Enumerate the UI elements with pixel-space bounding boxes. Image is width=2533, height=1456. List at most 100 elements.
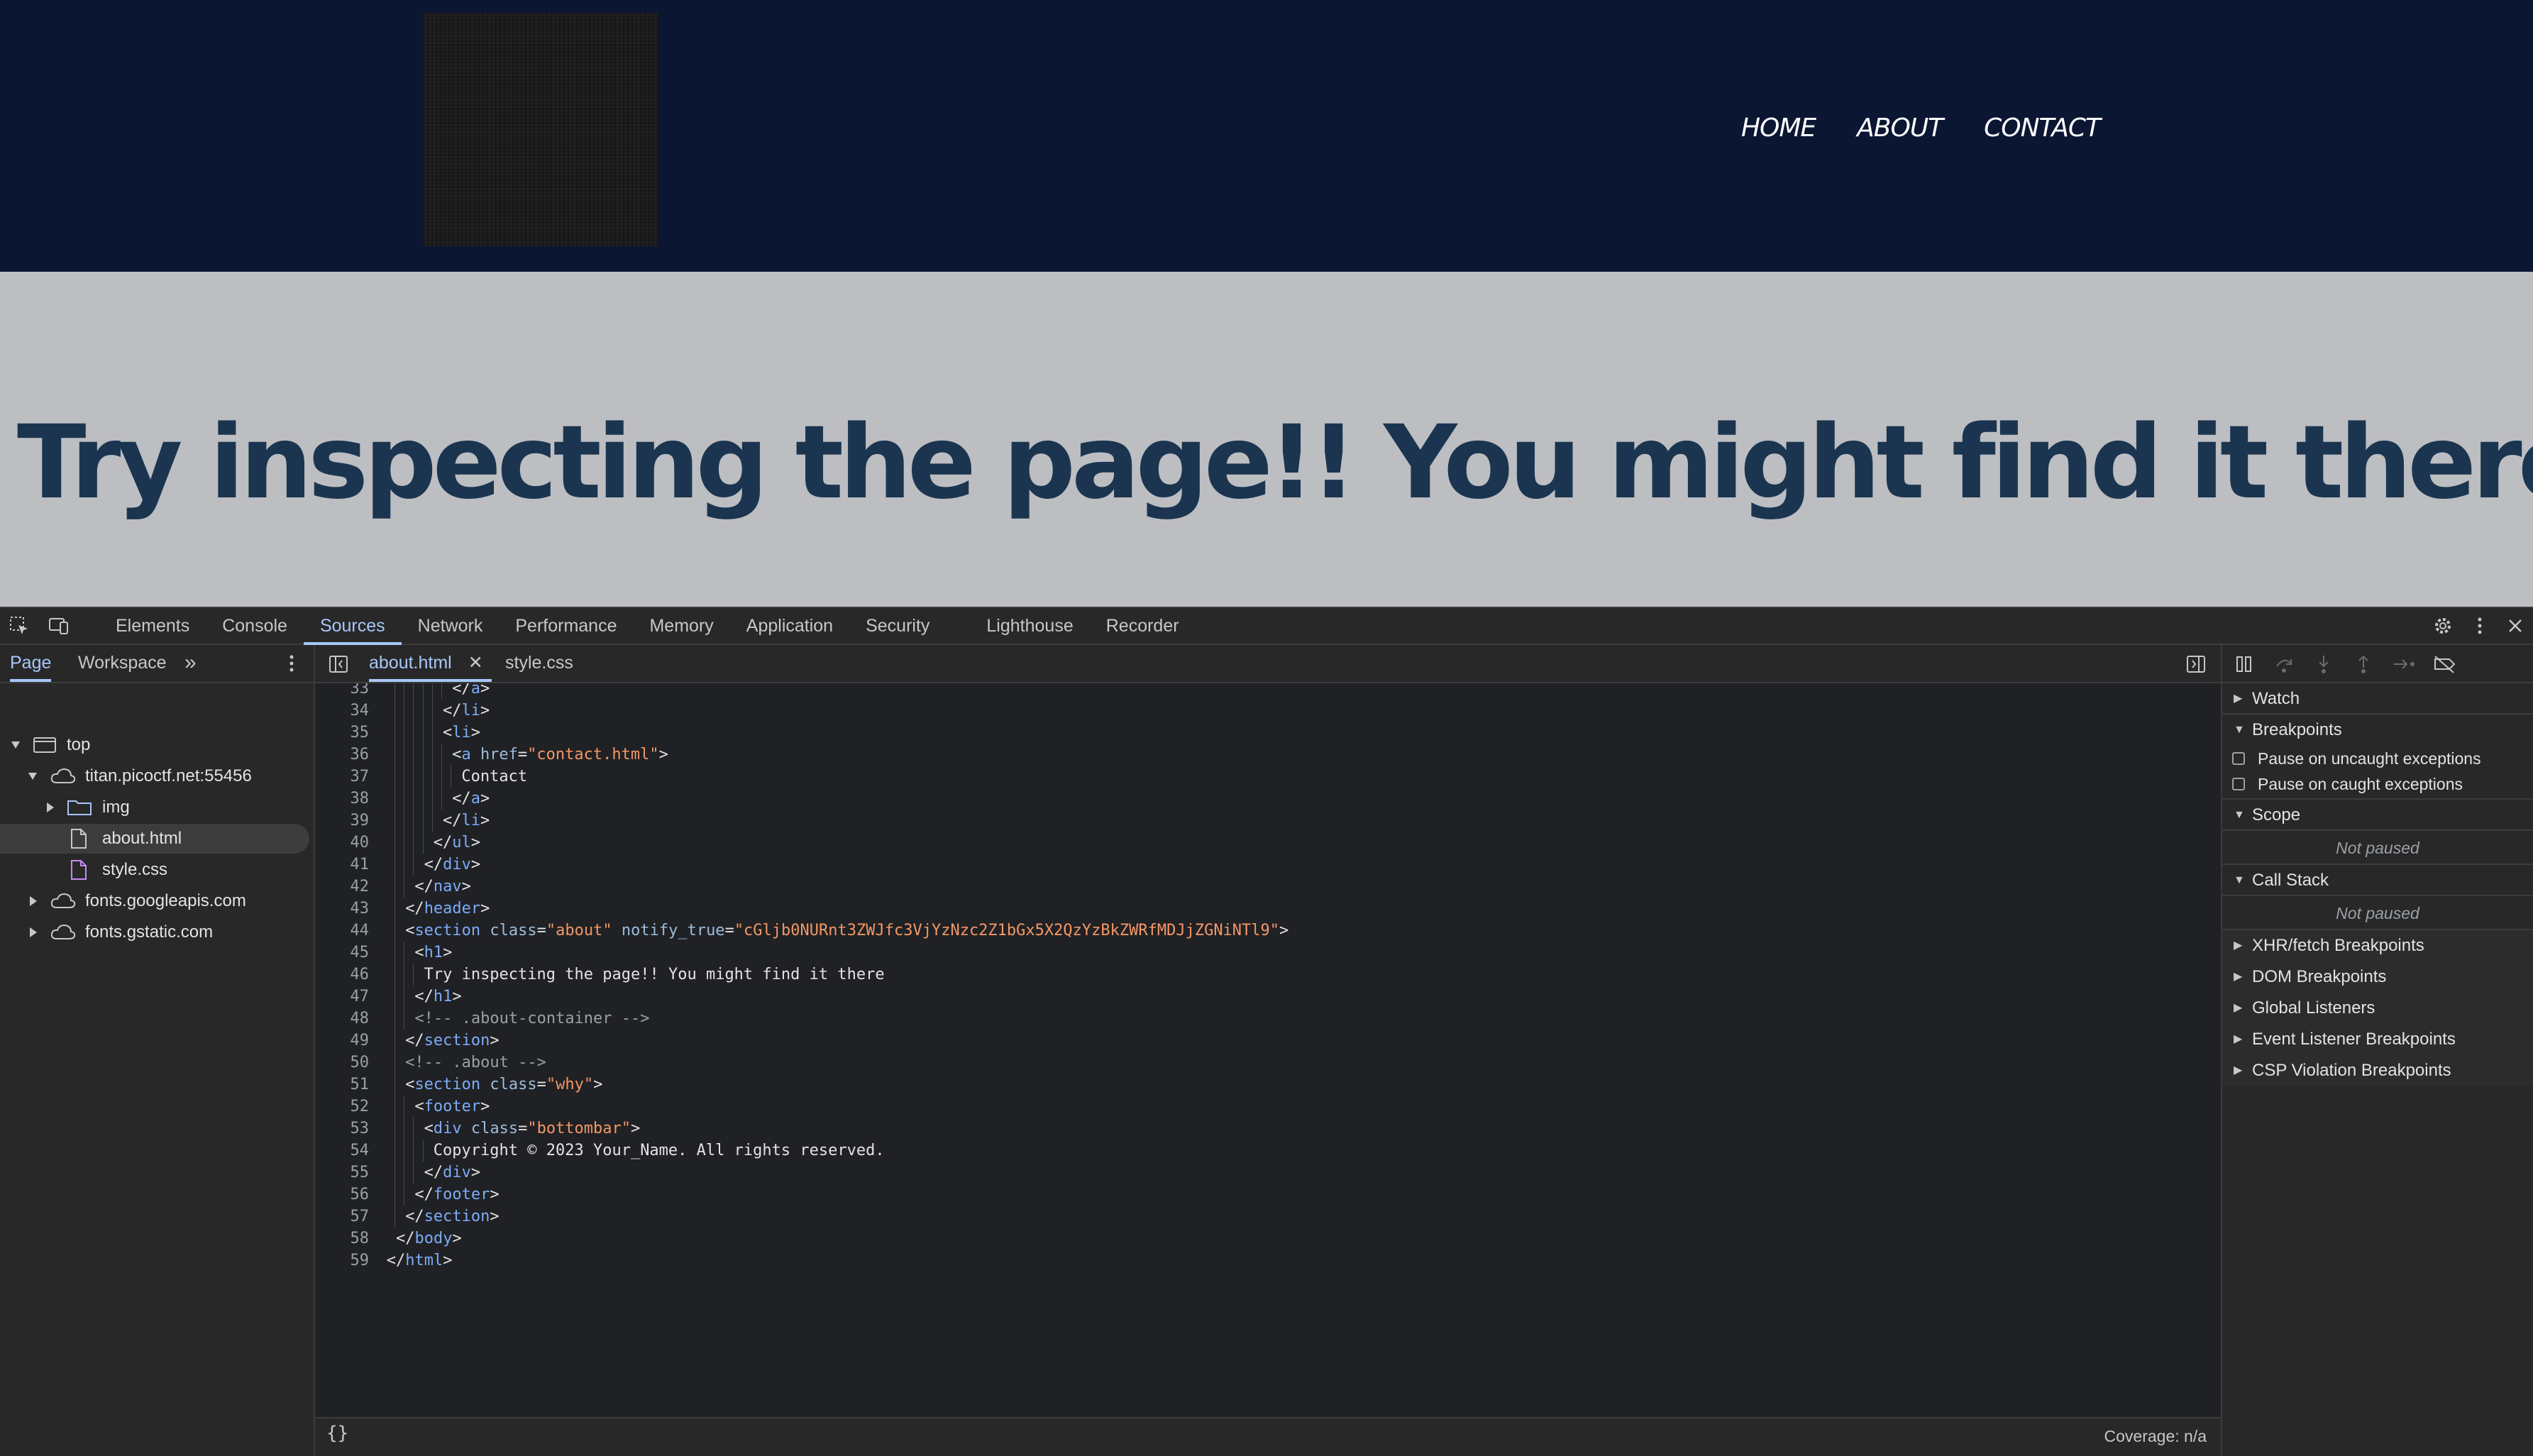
code-line[interactable]: 36 <a href="contact.html"> — [315, 744, 2221, 766]
pause-uncaught-checkbox-row[interactable]: Pause on uncaught exceptions — [2222, 746, 2533, 771]
line-number[interactable]: 44 — [315, 920, 370, 942]
line-number[interactable]: 54 — [315, 1140, 370, 1162]
line-number[interactable]: 56 — [315, 1184, 370, 1206]
tab-network[interactable]: Network — [402, 608, 500, 645]
code-line[interactable]: 45 <h1> — [315, 942, 2221, 964]
code-line[interactable]: 52 <footer> — [315, 1096, 2221, 1118]
editor-tab-about-html[interactable]: about.html ✕ — [369, 645, 492, 682]
code-line[interactable]: 38 </a> — [315, 788, 2221, 810]
watch-section-header[interactable]: ▶ Watch — [2222, 683, 2533, 715]
code-line[interactable]: 34 </li> — [315, 700, 2221, 722]
pause-caught-checkbox[interactable] — [2232, 778, 2245, 790]
line-number[interactable]: 59 — [315, 1250, 370, 1272]
line-number[interactable]: 47 — [315, 986, 370, 1008]
code-line[interactable]: 40 </ul> — [315, 832, 2221, 854]
code-line[interactable]: 49 </section> — [315, 1030, 2221, 1052]
tree-item-img-folder[interactable]: img — [0, 793, 312, 822]
line-number[interactable]: 41 — [315, 854, 370, 876]
code-line[interactable]: 41 </div> — [315, 854, 2221, 876]
code-line[interactable]: 53 <div class="bottombar"> — [315, 1118, 2221, 1140]
tab-recorder[interactable]: Recorder — [1090, 608, 1196, 645]
line-number[interactable]: 52 — [315, 1096, 370, 1118]
toggle-navigator-icon[interactable] — [328, 653, 349, 678]
code-line[interactable]: 55 </div> — [315, 1162, 2221, 1184]
breakpoints-section-header[interactable]: ▼ Breakpoints — [2222, 715, 2533, 746]
tree-item-fonts-googleapis[interactable]: fonts.googleapis.com — [0, 886, 312, 916]
line-number[interactable]: 58 — [315, 1228, 370, 1250]
line-number[interactable]: 46 — [315, 964, 370, 986]
code-line[interactable]: 48 <!-- .about-container --> — [315, 1008, 2221, 1030]
tab-performance[interactable]: Performance — [499, 608, 633, 645]
toggle-debugger-icon[interactable] — [2185, 653, 2207, 678]
pause-uncaught-checkbox[interactable] — [2232, 752, 2245, 765]
call-stack-section-header[interactable]: ▼ Call Stack — [2222, 865, 2533, 896]
device-toolbar-icon[interactable] — [48, 615, 70, 636]
line-number[interactable]: 40 — [315, 832, 370, 854]
code-view[interactable]: 33 </a> 34 </li> 35 <li> 36 <a href="contact.ht… — [315, 683, 2221, 1417]
line-number[interactable]: 39 — [315, 810, 370, 832]
csp-violation-breakpoints-section-header[interactable]: ▶ CSP Violation Breakpoints — [2222, 1055, 2533, 1086]
tab-page[interactable]: Page — [10, 645, 52, 682]
tab-sources[interactable]: Sources — [303, 608, 402, 645]
code-line[interactable]: 42 </nav> — [315, 876, 2221, 898]
code-line[interactable]: 50 <!-- .about --> — [315, 1052, 2221, 1074]
tab-console[interactable]: Console — [206, 608, 304, 645]
pause-script-icon[interactable] — [2234, 653, 2255, 678]
code-line[interactable]: 54 Copyright © 2023 Your_Name. All rights… — [315, 1140, 2221, 1162]
code-line[interactable]: 46 Try inspecting the page!! You might fi… — [315, 964, 2221, 986]
tab-workspace[interactable]: Workspace — [78, 645, 167, 682]
close-tab-icon[interactable]: ✕ — [468, 653, 483, 673]
code-line[interactable]: 35 <li> — [315, 722, 2221, 744]
code-line[interactable]: 43 </header> — [315, 898, 2221, 920]
code-line[interactable]: 39 </li> — [315, 810, 2221, 832]
code-line[interactable]: 58 </body> — [315, 1228, 2221, 1250]
tab-security[interactable]: Security — [849, 608, 946, 645]
code-line[interactable]: 44 <section class="about" notify_true="cG… — [315, 920, 2221, 942]
pause-caught-checkbox-row[interactable]: Pause on caught exceptions — [2222, 771, 2533, 800]
event-listener-breakpoints-section-header[interactable]: ▶ Event Listener Breakpoints — [2222, 1024, 2533, 1055]
line-number[interactable]: 33 — [315, 683, 370, 700]
code-line[interactable]: 37 Contact — [315, 766, 2221, 788]
code-line[interactable]: 51 <section class="why"> — [315, 1074, 2221, 1096]
editor-tab-style-css[interactable]: style.css — [505, 645, 573, 682]
line-number[interactable]: 55 — [315, 1162, 370, 1184]
code-line[interactable]: 33 </a> — [315, 683, 2221, 700]
global-listeners-section-header[interactable]: ▶ Global Listeners — [2222, 993, 2533, 1024]
line-number[interactable]: 51 — [315, 1074, 370, 1096]
line-number[interactable]: 36 — [315, 744, 370, 766]
line-number[interactable]: 57 — [315, 1206, 370, 1228]
scope-section-header[interactable]: ▼ Scope — [2222, 800, 2533, 831]
tab-application[interactable]: Application — [730, 608, 849, 645]
close-devtools-icon[interactable] — [2505, 615, 2526, 636]
line-number[interactable]: 53 — [315, 1118, 370, 1140]
tab-memory[interactable]: Memory — [633, 608, 729, 645]
code-line[interactable]: 59 </html> — [315, 1250, 2221, 1272]
more-tabs-chevron-icon[interactable]: » — [184, 651, 197, 675]
line-number[interactable]: 50 — [315, 1052, 370, 1074]
nav-contact-link[interactable]: CONTACT — [1984, 114, 2101, 143]
dom-breakpoints-section-header[interactable]: ▶ DOM Breakpoints — [2222, 961, 2533, 993]
deactivate-breakpoints-icon[interactable] — [2432, 653, 2456, 678]
code-line[interactable]: 57 </section> — [315, 1206, 2221, 1228]
line-number[interactable]: 42 — [315, 876, 370, 898]
line-number[interactable]: 37 — [315, 766, 370, 788]
tree-item-fonts-gstatic[interactable]: fonts.gstatic.com — [0, 917, 312, 947]
tree-item-origin-host[interactable]: titan.picoctf.net:55456 — [0, 761, 312, 791]
tree-item-style-css[interactable]: style.css — [0, 855, 312, 885]
pretty-print-button[interactable]: {} — [326, 1423, 348, 1444]
line-number[interactable]: 35 — [315, 722, 370, 744]
nav-about-link[interactable]: ABOUT — [1857, 114, 1943, 143]
settings-gear-icon[interactable] — [2432, 615, 2454, 636]
line-number[interactable]: 38 — [315, 788, 370, 810]
code-line[interactable]: 47 </h1> — [315, 986, 2221, 1008]
site-logo-image[interactable] — [423, 13, 658, 246]
tab-lighthouse[interactable]: Lighthouse — [970, 608, 1089, 645]
tree-item-about-html[interactable]: about.html — [0, 824, 309, 854]
inspect-element-icon[interactable] — [9, 615, 30, 636]
line-number[interactable]: 43 — [315, 898, 370, 920]
tree-item-top[interactable]: top — [0, 730, 312, 760]
navigator-menu-icon[interactable] — [281, 653, 302, 678]
code-line[interactable]: 56 </footer> — [315, 1184, 2221, 1206]
line-number[interactable]: 48 — [315, 1008, 370, 1030]
tab-elements[interactable]: Elements — [99, 608, 206, 645]
